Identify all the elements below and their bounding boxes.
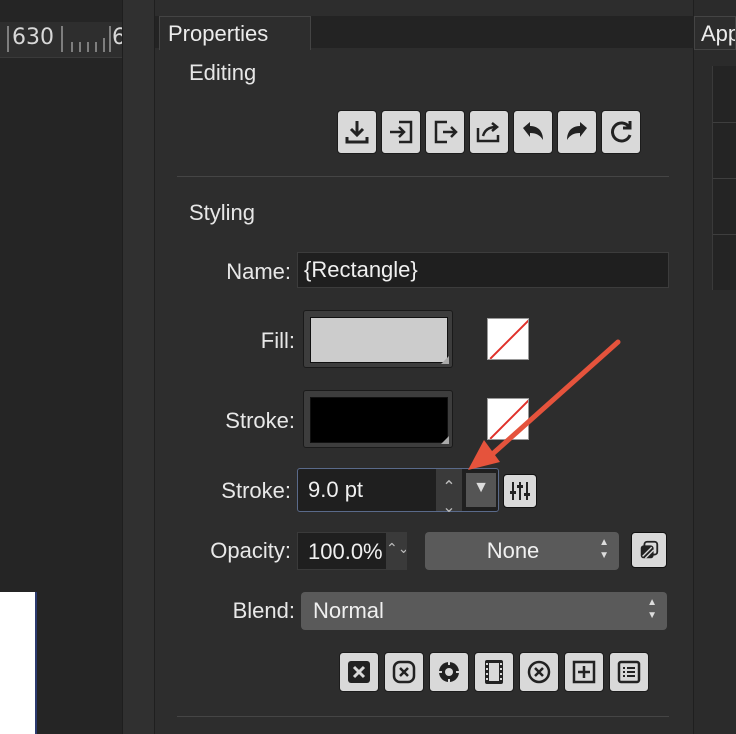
stroke-style-button[interactable] xyxy=(503,474,537,508)
share-button[interactable] xyxy=(469,110,509,154)
appearance-panel: App xyxy=(694,0,736,734)
undo-icon xyxy=(523,122,543,140)
list-button[interactable] xyxy=(609,652,649,692)
save-button[interactable] xyxy=(337,110,377,154)
opacity-input[interactable]: 100.0% xyxy=(308,539,383,565)
tab-appearance[interactable]: App xyxy=(694,16,736,50)
popover-corner-icon xyxy=(441,356,449,364)
undo-button[interactable] xyxy=(513,110,553,154)
refresh-button[interactable] xyxy=(601,110,641,154)
stroke-none-button[interactable] xyxy=(487,398,529,440)
fill-none-button[interactable] xyxy=(487,318,529,360)
opacity-stepper[interactable]: ⌃⌄ xyxy=(386,533,406,569)
fill-label: Fill: xyxy=(260,328,295,353)
film-button[interactable] xyxy=(474,652,514,692)
list-row-divider xyxy=(713,178,736,179)
redo-button[interactable] xyxy=(557,110,597,154)
fill-color-swatch xyxy=(310,317,448,363)
sliders-icon xyxy=(510,482,530,500)
horizontal-ruler: 630 6 xyxy=(0,22,126,58)
shadow-button[interactable] xyxy=(631,532,667,568)
stroke-color-well[interactable] xyxy=(303,390,453,448)
select-arrows-icon: ▲ ▼ xyxy=(599,537,609,561)
stroke-width-label: Stroke: xyxy=(221,478,291,503)
layers-hatch-icon xyxy=(640,540,659,559)
stepper-icon: ⌃⌄ xyxy=(386,540,406,556)
canvas-area[interactable]: 630 6 xyxy=(0,0,126,734)
opacity-label: Opacity: xyxy=(210,538,291,563)
stroke-width-field[interactable]: 9.0 pt ⌃ ⌄ ▼ xyxy=(297,468,499,516)
panel-divider[interactable] xyxy=(122,0,154,734)
cancel-button[interactable] xyxy=(519,652,559,692)
stroke-width-stepper[interactable]: ⌃ ⌄ xyxy=(436,469,462,516)
cancel-icon xyxy=(527,660,551,684)
fill-color-well[interactable] xyxy=(303,310,453,368)
opacity-field[interactable]: 100.0% ⌃⌄ xyxy=(297,532,407,570)
popover-corner-icon xyxy=(441,436,449,444)
import-icon xyxy=(390,120,413,144)
properties-panel: Properties Editing Styling Name: {Rectan… xyxy=(154,0,695,734)
blend-mode-value: Normal xyxy=(313,598,384,623)
name-label: Name: xyxy=(226,259,291,284)
opacity-mode-select[interactable]: None ▲ ▼ xyxy=(425,532,619,570)
blend-mode-select[interactable]: Normal ▲ ▼ xyxy=(301,592,667,630)
add-box-icon xyxy=(572,660,596,684)
appearance-list[interactable] xyxy=(712,66,736,290)
import-button[interactable] xyxy=(381,110,421,154)
name-input[interactable]: {Rectangle} xyxy=(297,252,669,288)
share-icon xyxy=(476,122,500,143)
styling-toolbar xyxy=(339,652,649,692)
stroke-width-dropdown[interactable]: ▼ xyxy=(466,473,496,507)
export-button[interactable] xyxy=(425,110,465,154)
blend-label: Blend: xyxy=(232,598,295,623)
gear-icon xyxy=(439,662,459,682)
clear-icon xyxy=(392,660,416,684)
delete-button[interactable] xyxy=(339,652,379,692)
download-icon xyxy=(345,121,369,144)
list-icon xyxy=(617,660,641,684)
list-row-divider xyxy=(713,122,736,123)
ruler-label: 630 xyxy=(12,25,54,50)
film-icon xyxy=(485,660,503,684)
section-separator xyxy=(177,716,669,717)
document-page[interactable] xyxy=(0,592,37,734)
stepper-icon: ⌃⌄ xyxy=(442,479,456,516)
section-separator xyxy=(177,176,669,177)
stroke-width-input[interactable]: 9.0 pt xyxy=(308,477,363,503)
settings-button[interactable] xyxy=(429,652,469,692)
list-row-divider xyxy=(713,234,736,235)
triangle-down-icon: ▼ xyxy=(473,479,489,496)
opacity-mode-value: None xyxy=(486,538,540,563)
stroke-color-swatch xyxy=(310,397,448,443)
redo-icon xyxy=(567,122,587,140)
section-styling-title: Styling xyxy=(189,200,256,225)
stroke-color-label: Stroke: xyxy=(225,408,295,433)
tab-properties[interactable]: Properties xyxy=(159,16,311,50)
select-arrows-icon: ▲ ▼ xyxy=(647,597,657,621)
editing-toolbar xyxy=(337,110,641,154)
refresh-icon xyxy=(611,121,632,143)
clear-button[interactable] xyxy=(384,652,424,692)
export-icon xyxy=(434,120,458,144)
delete-icon xyxy=(348,661,370,683)
add-button[interactable] xyxy=(564,652,604,692)
section-editing-title: Editing xyxy=(189,60,257,85)
